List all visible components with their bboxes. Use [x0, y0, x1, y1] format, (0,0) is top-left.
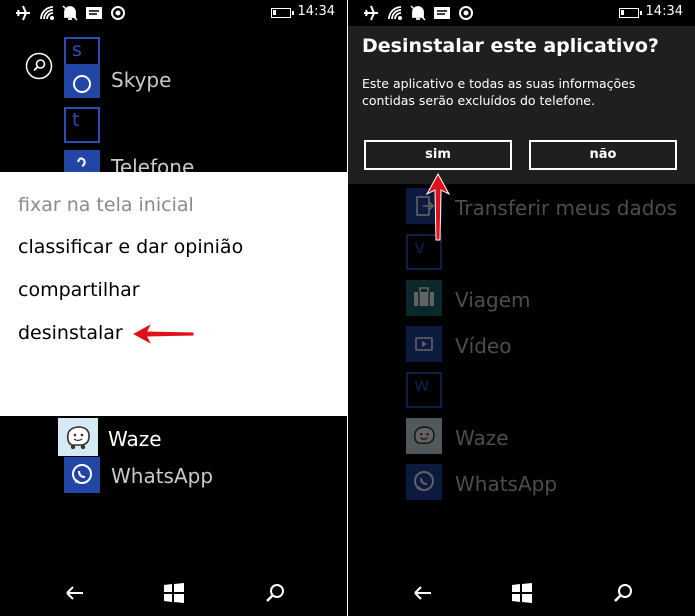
- message-icon: [86, 7, 102, 19]
- phone-screen-left: 14:34 s Skype t Telefone fixar na tela i…: [0, 0, 347, 616]
- battery-icon: [271, 8, 294, 18]
- wifi-icon: [40, 6, 54, 20]
- phone-icon: [77, 157, 86, 167]
- app-label-transfer[interactable]: Transferir meus dados: [455, 196, 677, 220]
- dialog-title: Desinstalar este aplicativo?: [362, 35, 659, 57]
- search-icon[interactable]: [25, 52, 53, 80]
- back-icon[interactable]: [64, 582, 86, 604]
- video-icon: [415, 337, 433, 351]
- app-label-waze[interactable]: Waze: [108, 427, 162, 451]
- app-label-skype[interactable]: Skype: [111, 68, 171, 92]
- search-icon[interactable]: [264, 582, 286, 604]
- airplane-icon: [364, 5, 378, 21]
- viagem-tile[interactable]: [406, 280, 442, 316]
- wifi-icon: [388, 6, 402, 20]
- battery-icon: [619, 8, 642, 18]
- whatsapp-icon: [72, 464, 92, 484]
- context-menu: fixar na tela inicial classificar e dar …: [0, 172, 347, 416]
- menu-item-share[interactable]: compartilhar: [18, 279, 140, 301]
- clock: 14:34: [297, 4, 335, 19]
- whatsapp-icon: [414, 471, 434, 491]
- letter-tile-w[interactable]: w: [406, 372, 442, 408]
- phone-screen-right: 14:34 Desinstalar este aplicativo? Este …: [348, 0, 695, 616]
- message-icon: [434, 7, 450, 19]
- app-label-whatsapp[interactable]: WhatsApp: [111, 464, 213, 488]
- app-label-whatsapp[interactable]: WhatsApp: [455, 472, 557, 496]
- waze-tile[interactable]: [406, 418, 442, 454]
- app-label-video[interactable]: Vídeo: [455, 334, 511, 358]
- app-label-viagem[interactable]: Viagem: [455, 288, 531, 312]
- yes-button[interactable]: sim: [364, 140, 512, 170]
- status-bar: 14:34: [0, 0, 347, 26]
- whatsapp-tile[interactable]: [64, 457, 100, 493]
- letter-tile-t[interactable]: t: [64, 107, 100, 143]
- waze-icon: [66, 426, 90, 450]
- telefone-tile[interactable]: [64, 150, 100, 172]
- search-icon[interactable]: [612, 582, 634, 604]
- annotation-arrow-up: [425, 172, 451, 241]
- menu-item-rate-and-review[interactable]: classificar e dar opinião: [18, 236, 243, 258]
- app-label-telefone[interactable]: Telefone: [111, 155, 194, 172]
- waze-tile[interactable]: [58, 418, 98, 456]
- status-bar: 14:34: [348, 0, 695, 26]
- quiet-hours-icon: [62, 5, 78, 21]
- no-button[interactable]: não: [529, 140, 677, 170]
- navigation-bar: [348, 570, 695, 616]
- menu-item-pin-to-start: fixar na tela inicial: [18, 194, 194, 216]
- app-label-waze[interactable]: Waze: [455, 426, 509, 450]
- skype-tile[interactable]: [64, 64, 100, 98]
- airplane-icon: [16, 5, 30, 21]
- video-tile[interactable]: [406, 326, 442, 362]
- suitcase-icon: [414, 287, 434, 306]
- uninstall-dialog: Desinstalar este aplicativo? Este aplica…: [348, 26, 695, 184]
- dialog-message: Este aplicativo e todas as suas informaç…: [362, 76, 636, 108]
- waze-icon: [414, 426, 435, 444]
- clock: 14:34: [645, 4, 683, 19]
- navigation-bar: [0, 570, 347, 616]
- menu-item-uninstall[interactable]: desinstalar: [18, 322, 123, 344]
- location-icon: [111, 6, 125, 20]
- back-icon[interactable]: [412, 582, 434, 604]
- skype-icon: [73, 75, 91, 93]
- whatsapp-tile[interactable]: [406, 464, 442, 500]
- windows-icon[interactable]: [511, 582, 533, 604]
- annotation-arrow-left: [130, 321, 195, 347]
- windows-icon[interactable]: [163, 582, 185, 604]
- location-icon: [459, 6, 473, 20]
- quiet-hours-icon: [410, 5, 426, 21]
